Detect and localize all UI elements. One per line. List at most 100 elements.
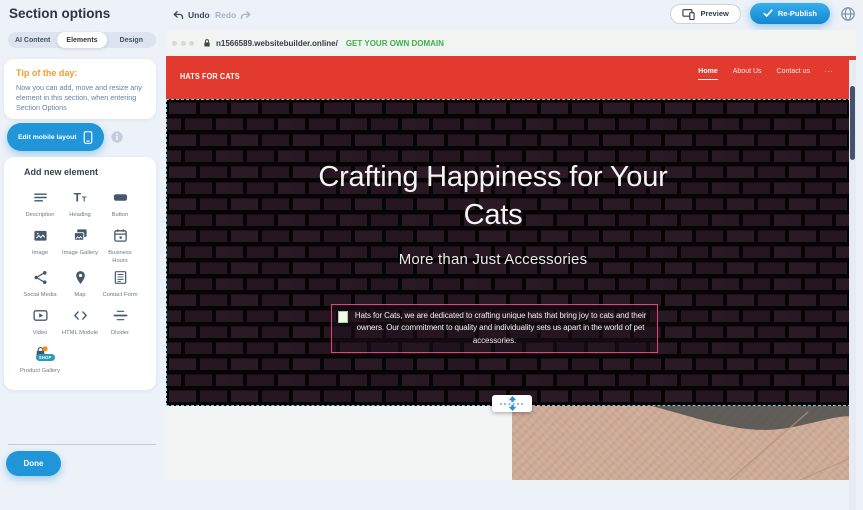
edit-mobile-layout-button[interactable]: Edit mobile layout xyxy=(7,123,104,151)
tip-title: Tip of the day: xyxy=(16,68,144,78)
element-heading[interactable]: TT Heading xyxy=(60,185,100,223)
get-domain-link[interactable]: GET YOUR OWN DOMAIN xyxy=(346,39,444,48)
hero-paragraph-selected[interactable]: Hats for Cats, we are dedicated to craft… xyxy=(331,304,658,353)
element-html-module[interactable]: HTML Module xyxy=(60,303,100,341)
contact-form-icon xyxy=(113,270,128,285)
undo-label: Undo xyxy=(188,10,210,20)
tab-design[interactable]: Design xyxy=(107,32,156,48)
hero-section-selected: Crafting Happiness for Your Cats More th… xyxy=(166,99,856,406)
page-title: Section options xyxy=(9,6,110,21)
video-icon xyxy=(33,308,48,323)
site-logo[interactable]: HATS FOR CATS xyxy=(180,71,240,81)
panel-tabs: AI ContentElementsDesign xyxy=(8,32,156,48)
element-social-media[interactable]: Social Media xyxy=(20,265,60,303)
product-gallery-icon: SHOP xyxy=(33,346,48,361)
element-button[interactable]: Button xyxy=(100,185,140,223)
preview-button[interactable]: Preview xyxy=(670,4,740,24)
preview-devices-icon xyxy=(682,8,695,20)
add-element-title: Add new element xyxy=(24,167,156,177)
element-video[interactable]: Video xyxy=(20,303,60,341)
button-icon xyxy=(113,190,128,205)
map-pin-icon xyxy=(73,270,88,285)
redo-label: Redo xyxy=(215,10,236,20)
phone-icon xyxy=(83,130,93,145)
element-label: Divider xyxy=(100,330,140,338)
text-lines-icon xyxy=(33,190,48,205)
more-menu-icon[interactable]: ⋯ xyxy=(824,66,834,77)
check-icon xyxy=(763,9,773,18)
element-business-hours[interactable]: Business Hours xyxy=(100,223,140,265)
element-label: Contact Form xyxy=(100,292,140,300)
next-section-background xyxy=(166,406,512,480)
element-label: Heading xyxy=(60,212,100,220)
language-globe-button[interactable] xyxy=(839,5,857,23)
preview-scrollbar xyxy=(849,60,856,510)
sidebar-divider xyxy=(8,444,156,445)
cat-photo xyxy=(512,406,856,480)
divider-icon xyxy=(113,308,128,323)
section-options-panel: AI ContentElementsDesign Tip of the day:… xyxy=(0,30,166,480)
tip-card: Tip of the day: Now you can add, move an… xyxy=(4,59,156,119)
element-label: Image Gallery xyxy=(60,250,100,258)
element-label: Map xyxy=(60,292,100,300)
republish-label: Re-Publish xyxy=(778,9,817,18)
calendar-icon xyxy=(113,228,128,243)
element-label: HTML Module xyxy=(60,330,100,338)
tab-ai-content[interactable]: AI Content xyxy=(8,32,57,48)
element-product-gallery[interactable]: SHOP Product Gallery xyxy=(20,341,60,379)
hero-paragraph-text: Hats for Cats, we are dedicated to craft… xyxy=(355,311,646,345)
image-icon xyxy=(33,228,48,243)
site-url[interactable]: n1566589.websitebuilder.online/ xyxy=(216,39,338,48)
element-label: Product Gallery xyxy=(20,368,60,376)
arrow-down-icon xyxy=(508,405,517,411)
share-icon xyxy=(33,270,48,285)
hero-heading[interactable]: Crafting Happiness for Your Cats xyxy=(167,158,819,234)
hero-subheading[interactable]: More than Just Accessories xyxy=(167,251,819,268)
element-divider[interactable]: Divider xyxy=(100,303,140,341)
site-nav: Home About Us Contact us xyxy=(698,68,810,80)
element-label: Image xyxy=(20,250,60,258)
element-image-gallery[interactable]: Image Gallery xyxy=(60,223,100,265)
element-label: Social Media xyxy=(20,292,60,300)
nav-item-contact-us[interactable]: Contact us xyxy=(777,68,810,79)
element-contact-form[interactable]: Contact Form xyxy=(100,265,140,303)
done-button[interactable]: Done xyxy=(6,451,61,476)
element-label: Business Hours xyxy=(100,250,140,265)
element-label: Button xyxy=(100,212,140,220)
window-dots-icon xyxy=(172,41,194,46)
element-image[interactable]: Image xyxy=(20,223,60,265)
site-header: HATS FOR CATS Home About Us Contact us ⋯ xyxy=(166,56,856,99)
nav-item-home[interactable]: Home xyxy=(698,68,717,80)
republish-button[interactable]: Re-Publish xyxy=(750,3,830,24)
code-icon xyxy=(73,308,88,323)
scrollbar-thumb[interactable] xyxy=(850,86,855,160)
image-gallery-icon xyxy=(73,228,88,243)
element-handle-icon[interactable] xyxy=(338,311,348,323)
add-element-card: Add new element Description TT HeadingButt… xyxy=(4,157,156,390)
nav-item-about-us[interactable]: About Us xyxy=(733,68,762,79)
globe-icon xyxy=(840,6,856,22)
undo-icon xyxy=(172,10,184,21)
svg-text:T: T xyxy=(81,195,86,204)
browser-bar: n1566589.websitebuilder.online/ GET YOUR… xyxy=(166,30,856,56)
element-grid: Description TT HeadingButton ImageImage Gal… xyxy=(4,185,156,379)
section-resize-handle[interactable] xyxy=(492,395,532,412)
element-map[interactable]: Map xyxy=(60,265,100,303)
element-label: Description xyxy=(20,212,60,220)
heading-icon: TT xyxy=(73,190,88,205)
tab-elements[interactable]: Elements xyxy=(57,32,106,48)
shop-badge: SHOP xyxy=(36,354,55,361)
svg-text:T: T xyxy=(73,191,81,205)
info-icon[interactable] xyxy=(111,131,123,143)
tip-body: Now you can add, move and resize any ele… xyxy=(16,83,144,113)
preview-label: Preview xyxy=(700,9,728,18)
element-label: Video xyxy=(20,330,60,338)
element-description[interactable]: Description xyxy=(20,185,60,223)
undo-button[interactable]: Undo xyxy=(172,0,210,30)
site-preview-canvas: n1566589.websitebuilder.online/ GET YOUR… xyxy=(166,30,856,480)
top-toolbar: Section options Undo Redo Preview Re-Pub… xyxy=(0,0,863,30)
redo-button[interactable]: Redo xyxy=(215,0,252,30)
lock-icon xyxy=(202,37,212,49)
redo-icon xyxy=(240,10,252,21)
arrow-up-icon xyxy=(508,396,517,402)
